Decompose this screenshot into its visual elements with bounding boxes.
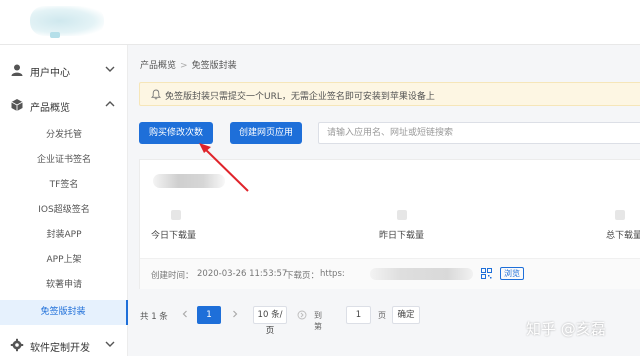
top-header bbox=[0, 0, 640, 45]
sidebar-item-signature-free-wrap[interactable]: 免签版封装 bbox=[0, 300, 128, 325]
logo-mark bbox=[50, 32, 60, 38]
created-time-label: 创建时间： bbox=[151, 271, 194, 281]
breadcrumb-separator: > bbox=[180, 61, 188, 71]
sidebar: 用户中心 产品概览 分发托管 企业证书签名 TF签名 IOS超级签名 封装APP… bbox=[0, 45, 128, 356]
breadcrumb-item-current: 免签版封装 bbox=[191, 61, 237, 71]
blurred-logo bbox=[30, 6, 104, 36]
chevron-up-icon bbox=[105, 101, 115, 107]
goto-label: 到第 bbox=[314, 311, 322, 331]
cube-icon bbox=[11, 99, 23, 111]
sidebar-item-wrap-app[interactable]: 封装APP bbox=[0, 223, 128, 248]
confirm-button[interactable]: 确定 bbox=[392, 306, 420, 324]
blurred-download-url bbox=[370, 268, 473, 280]
qrcode-icon[interactable] bbox=[481, 268, 492, 279]
blurred-stat-value bbox=[171, 210, 181, 220]
chevron-right-icon[interactable] bbox=[230, 309, 240, 319]
stat-today-downloads-label: 今日下载量 bbox=[151, 231, 197, 241]
sidebar-item-ios-super-signing[interactable]: IOS超级签名 bbox=[0, 198, 128, 223]
sidebar-group-label: 用户中心 bbox=[30, 68, 70, 79]
chevron-left-icon[interactable] bbox=[180, 309, 190, 319]
page-label: 页 bbox=[378, 311, 386, 320]
notice-text: 免签版封装只需提交一个URL，无需企业签名即可安装到苹果设备上 bbox=[165, 92, 435, 102]
goto-page-input[interactable]: 1 bbox=[346, 306, 371, 324]
sidebar-group-label: 软件定制开发 bbox=[30, 343, 90, 354]
chevron-down-icon bbox=[105, 341, 115, 347]
circle-chevron-icon bbox=[297, 310, 307, 320]
sidebar-item-app-listing[interactable]: APP上架 bbox=[0, 248, 128, 273]
sidebar-item-distribution-hosting[interactable]: 分发托管 bbox=[0, 123, 128, 148]
stat-total-downloads-label: 总下载量 bbox=[606, 231, 640, 241]
breadcrumb-item-product-overview[interactable]: 产品概览 bbox=[140, 61, 176, 71]
pagination-total: 共 1 条 bbox=[140, 312, 168, 322]
sidebar-group-product-overview[interactable]: 产品概览 bbox=[0, 88, 128, 122]
gear-icon bbox=[10, 338, 24, 352]
browse-button[interactable]: 浏览 bbox=[500, 267, 524, 280]
sidebar-item-enterprise-cert-signing[interactable]: 企业证书签名 bbox=[0, 148, 128, 173]
page-size-select[interactable]: 10 条/页 bbox=[253, 306, 287, 336]
user-icon bbox=[11, 64, 23, 76]
annotation-arrow bbox=[199, 143, 249, 192]
pagination-current-page[interactable]: 1 bbox=[197, 306, 221, 324]
blurred-stat-value bbox=[397, 210, 407, 220]
main-content: 产品概览 > 免签版封装 免签版封装只需提交一个URL，无需企业签名即可安装到苹果设… bbox=[128, 45, 640, 356]
app-card-footer: 创建时间： 2020-03-26 11:53:57 下载页： https: 浏览 bbox=[140, 258, 640, 289]
notice-banner: 免签版封装只需提交一个URL，无需企业签名即可安装到苹果设备上 bbox=[139, 82, 640, 106]
search-input[interactable]: 请输入应用名、网址或短链搜索 bbox=[318, 122, 640, 144]
breadcrumb: 产品概览 > 免签版封装 bbox=[140, 58, 237, 71]
stat-yesterday-downloads-label: 昨日下载量 bbox=[379, 231, 425, 241]
chevron-down-icon bbox=[105, 66, 115, 72]
sidebar-group-custom-dev[interactable]: 软件定制开发 bbox=[0, 328, 128, 356]
sidebar-group-label: 产品概览 bbox=[30, 103, 70, 114]
download-url-prefix[interactable]: https: bbox=[320, 269, 345, 279]
sidebar-item-tf-signing[interactable]: TF签名 bbox=[0, 173, 128, 198]
sidebar-group-user-center[interactable]: 用户中心 bbox=[0, 53, 128, 87]
created-time-value: 2020-03-26 11:53:57 bbox=[197, 269, 288, 279]
download-page-label: 下载页： bbox=[285, 271, 320, 281]
blurred-stat-value bbox=[615, 210, 625, 220]
bell-icon bbox=[151, 89, 161, 100]
watermark-text: 知乎 @亥磊 bbox=[526, 320, 606, 338]
sidebar-item-copyright-application[interactable]: 软著申请 bbox=[0, 273, 128, 298]
